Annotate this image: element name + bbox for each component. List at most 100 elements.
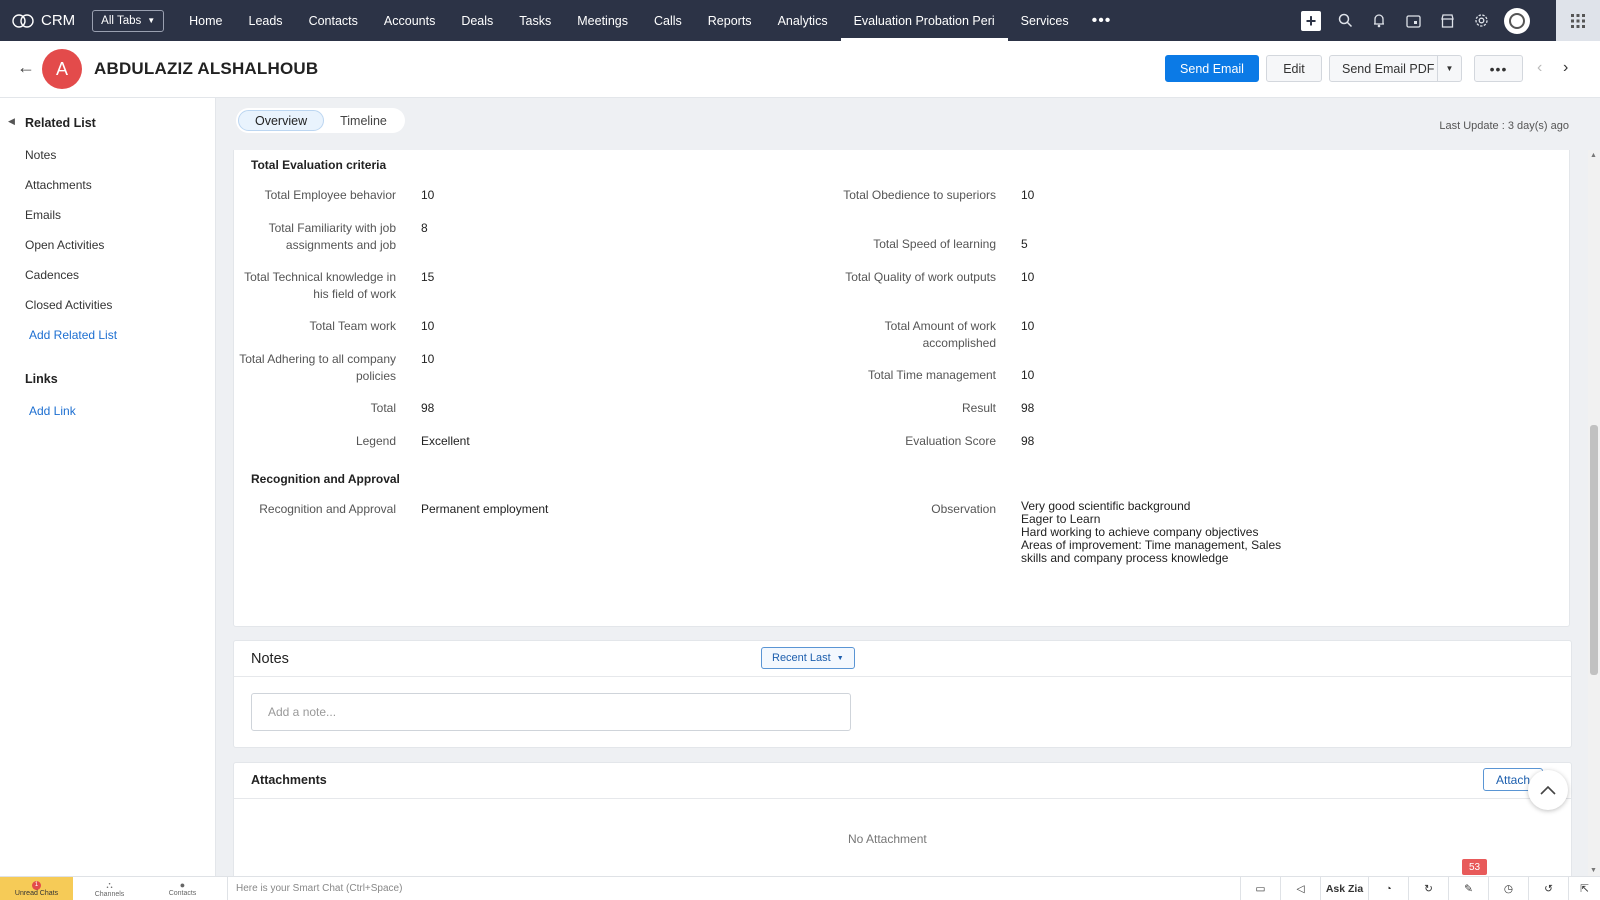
field-value: 98 xyxy=(421,401,435,415)
nav-tab-home[interactable]: Home xyxy=(176,0,235,41)
channels-icon: ⛬ xyxy=(106,879,113,890)
chevron-down-icon: ▼ xyxy=(147,16,156,25)
observation-value: Very good scientific background Eager to… xyxy=(1021,500,1281,565)
more-tabs-icon[interactable]: ••• xyxy=(1082,0,1122,41)
record-header: ← A ABDULAZIZ ALSHALHOUB Send Email Edit… xyxy=(0,41,1600,98)
nav-tab-accounts[interactable]: Accounts xyxy=(371,0,448,41)
divider xyxy=(234,676,1571,677)
details-card: Total Evaluation criteria Total Employee… xyxy=(233,150,1570,627)
channels-tab[interactable]: ⛬ Channels xyxy=(73,877,146,900)
field-label: Total Technical knowledge in his field o… xyxy=(244,270,396,301)
tab-overview[interactable]: Overview xyxy=(238,110,325,131)
history-icon[interactable]: ↺ xyxy=(1528,876,1568,900)
field-value: Excellent xyxy=(421,434,470,448)
sidebar-item-closed-activities[interactable]: Closed Activities xyxy=(25,298,112,312)
smart-chat-input[interactable]: Here is your Smart Chat (Ctrl+Space) xyxy=(227,876,1240,900)
edit-button[interactable]: Edit xyxy=(1266,55,1322,82)
zia-icon[interactable]: ✎ xyxy=(1448,876,1488,900)
field-label: Total Quality of work outputs xyxy=(845,270,996,284)
no-attachment-text: No Attachment xyxy=(848,832,927,846)
sidebar-item-emails[interactable]: Emails xyxy=(25,208,61,222)
sidebar-item-attachments[interactable]: Attachments xyxy=(25,178,92,192)
nav-tab-services[interactable]: Services xyxy=(1008,0,1082,41)
bottom-bar-tools: ▭ ◁ Ask Zia ◔ ↻ ✎ ◷ ↺ ⇱ xyxy=(1240,876,1600,900)
sidebar-item-notes[interactable]: Notes xyxy=(25,148,56,162)
user-avatar[interactable] xyxy=(1504,7,1530,34)
top-navigation-bar: CRM All Tabs ▼ Home Leads Contacts Accou… xyxy=(0,0,1600,41)
ask-zia-button[interactable]: Ask Zia xyxy=(1320,876,1368,900)
plus-icon: + xyxy=(1301,10,1321,31)
nav-tab-evaluation-probation[interactable]: Evaluation Probation Peri xyxy=(840,0,1008,41)
vertical-scrollbar[interactable]: ▲ ▼ xyxy=(1588,150,1600,876)
field-value: 10 xyxy=(421,352,435,366)
nav-tab-reports[interactable]: Reports xyxy=(695,0,765,41)
last-update-text: Last Update : 3 day(s) ago xyxy=(1439,120,1569,132)
chevron-down-icon: ▼ xyxy=(836,654,844,662)
nav-tab-contacts[interactable]: Contacts xyxy=(296,0,371,41)
share-icon[interactable]: ⇱ xyxy=(1568,876,1600,900)
create-new-button[interactable]: + xyxy=(1294,0,1328,41)
field-value: 98 xyxy=(1021,434,1035,448)
add-note-input[interactable] xyxy=(251,693,851,731)
contacts-label: Contacts xyxy=(168,890,197,897)
gear-icon[interactable] xyxy=(1464,0,1498,41)
nav-tab-deals[interactable]: Deals xyxy=(448,0,506,41)
sidebar-item-cadences[interactable]: Cadences xyxy=(25,268,79,282)
field-label: Total Adhering to all company policies xyxy=(239,352,396,383)
nav-tab-calls[interactable]: Calls xyxy=(641,0,695,41)
field-label: Total Familiarity with job assignments a… xyxy=(268,221,396,252)
field-value: 15 xyxy=(421,270,435,284)
contacts-tab[interactable]: ● Contacts xyxy=(146,877,219,900)
field-label: Total Team work xyxy=(309,319,396,333)
add-link-link[interactable]: Add Link xyxy=(29,404,76,418)
field-label: Total xyxy=(370,401,396,415)
field-label: Total Speed of learning xyxy=(873,237,996,251)
field-value: 10 xyxy=(1021,319,1035,333)
notes-sort-dropdown[interactable]: Recent Last ▼ xyxy=(761,647,855,669)
alarm-clock-icon[interactable]: ◷ xyxy=(1488,876,1528,900)
nav-tab-meetings[interactable]: Meetings xyxy=(564,0,641,41)
unread-count-badge: 1 xyxy=(32,880,41,890)
bottom-bar: 1 Unread Chats ⛬ Channels ● Contacts Her… xyxy=(0,876,1600,900)
field-value: 10 xyxy=(421,319,435,333)
field-value: 10 xyxy=(1021,188,1035,202)
scroll-down-arrow-icon[interactable]: ▼ xyxy=(1590,867,1597,874)
evaluation-section-title: Total Evaluation criteria xyxy=(251,158,387,172)
crm-brand[interactable]: CRM xyxy=(12,12,75,29)
collapse-sidebar-icon[interactable]: ◀ xyxy=(8,116,15,127)
unread-chats-tab[interactable]: 1 Unread Chats xyxy=(0,876,73,900)
more-actions-button[interactable]: ••• xyxy=(1474,55,1523,82)
send-email-pdf-label: Send Email PDF xyxy=(1342,61,1435,76)
screen-share-icon[interactable]: ▭ xyxy=(1240,876,1280,900)
previous-record-icon[interactable]: ‹ xyxy=(1537,59,1542,77)
scroll-to-top-button[interactable] xyxy=(1528,770,1568,810)
scroll-up-arrow-icon[interactable]: ▲ xyxy=(1590,152,1597,159)
tab-timeline[interactable]: Timeline xyxy=(324,110,403,131)
field-label: Total Time management xyxy=(867,368,996,382)
nav-tab-analytics[interactable]: Analytics xyxy=(765,0,841,41)
chevron-down-icon[interactable]: ▼ xyxy=(1437,56,1461,81)
crm-logo-icon xyxy=(12,13,34,28)
signal-icon[interactable]: ◔ xyxy=(1368,876,1408,900)
scrollbar-thumb[interactable] xyxy=(1590,425,1598,675)
field-label: Recognition and Approval xyxy=(259,502,396,516)
bell-icon[interactable] xyxy=(1362,0,1396,41)
add-related-list-link[interactable]: Add Related List xyxy=(29,328,117,342)
search-icon[interactable] xyxy=(1328,0,1362,41)
calendar-icon[interactable] xyxy=(1396,0,1430,41)
all-tabs-dropdown[interactable]: All Tabs ▼ xyxy=(92,9,165,32)
nav-tab-tasks[interactable]: Tasks xyxy=(506,0,564,41)
refresh-icon[interactable]: ↻ xyxy=(1408,876,1448,900)
field-label: Total Obedience to superiors xyxy=(843,188,996,202)
next-record-icon[interactable]: › xyxy=(1563,59,1568,77)
marketplace-icon[interactable] xyxy=(1430,0,1464,41)
send-email-pdf-button[interactable]: Send Email PDF ▼ xyxy=(1329,55,1462,82)
nav-tab-leads[interactable]: Leads xyxy=(236,0,296,41)
back-arrow-icon[interactable]: ← xyxy=(17,57,35,78)
field-label: Result xyxy=(961,401,996,415)
megaphone-icon[interactable]: ◁ xyxy=(1280,876,1320,900)
send-email-button[interactable]: Send Email xyxy=(1165,55,1259,82)
observation-label: Observation xyxy=(931,502,996,516)
app-grid-icon[interactable] xyxy=(1556,0,1600,41)
sidebar-item-open-activities[interactable]: Open Activities xyxy=(25,238,104,252)
